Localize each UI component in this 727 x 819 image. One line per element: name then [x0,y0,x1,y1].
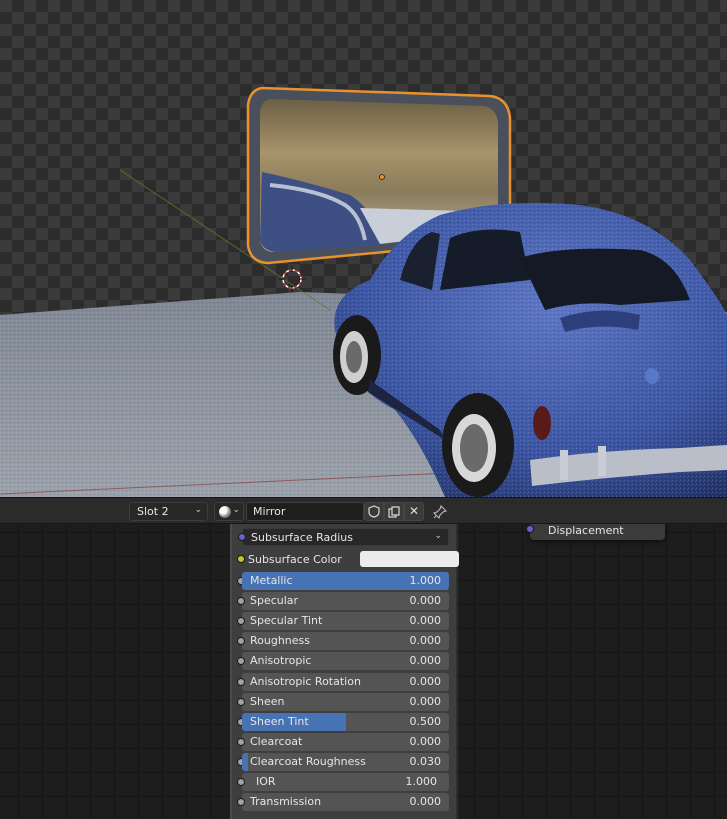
anisotropic-rotation-value: 0.000 [409,675,442,688]
subsurface-radius-socket[interactable] [238,533,246,541]
clearcoat-slider[interactable]: Clearcoat 0.000 [237,733,449,751]
pin-button[interactable] [430,502,450,521]
sheen-slider[interactable]: Sheen 0.000 [237,693,449,711]
subsurface-color-swatch[interactable] [360,551,459,567]
fake-user-button[interactable] [364,502,384,521]
specular-label: Specular [250,594,299,607]
specular-value: 0.000 [409,594,442,607]
pin-icon [432,504,448,520]
material-ball-icon [219,506,231,518]
sheen-value: 0.000 [409,695,442,708]
transmission-value: 0.000 [409,795,442,808]
anisotropic-label: Anisotropic [250,654,312,667]
sheen-tint-value: 0.500 [409,715,442,728]
material-name-field[interactable]: Mirror [246,502,364,521]
ior-label: IOR [256,775,276,788]
duplicate-material-button[interactable] [384,502,404,521]
principled-bsdf-node[interactable]: Subsurface Radius ⌄ Subsurface Color Met… [230,524,459,819]
subsurface-color-socket[interactable] [237,555,245,563]
specular-tint-slider[interactable]: Specular Tint 0.000 [237,612,449,630]
node-editor-canvas[interactable]: Subsurface Radius ⌄ Subsurface Color Met… [0,524,727,819]
chevron-down-icon: ⌄ [194,505,202,515]
sheen-socket[interactable] [237,698,245,706]
metallic-slider[interactable]: Metallic 1.000 [237,572,449,590]
subsurface-radius-label: Subsurface Radius [251,531,353,544]
fake-user-shield-icon [368,505,380,518]
clearcoat-socket[interactable] [237,738,245,746]
browse-material-button[interactable]: ⌄ [214,502,244,521]
specular-slider[interactable]: Specular 0.000 [237,592,449,610]
transmission-socket[interactable] [237,798,245,806]
sheen-tint-label: Sheen Tint [250,715,309,728]
subsurface-color-label: Subsurface Color [248,553,342,566]
3d-cursor-icon [279,266,305,292]
clearcoat-roughness-label: Clearcoat Roughness [250,755,366,768]
specular-tint-socket[interactable] [237,617,245,625]
anisotropic-rotation-socket[interactable] [237,678,245,686]
subsurface-radius-dropdown[interactable]: Subsurface Radius ⌄ [238,528,449,546]
clearcoat-roughness-value: 0.030 [409,755,442,768]
anisotropic-value: 0.000 [409,654,442,667]
anisotropic-socket[interactable] [237,657,245,665]
3d-viewport[interactable] [0,0,727,497]
anisotropic-rotation-slider[interactable]: Anisotropic Rotation 0.000 [237,673,449,691]
specular-tint-label: Specular Tint [250,614,323,627]
ior-socket[interactable] [237,778,245,786]
viewport-render [0,86,727,497]
anisotropic-rotation-label: Anisotropic Rotation [250,675,361,688]
clearcoat-roughness-slider[interactable]: Clearcoat Roughness 0.030 [237,753,449,771]
subsurface-color-row: Subsurface Color [237,550,459,568]
ior-value: 1.000 [405,775,438,788]
roughness-socket[interactable] [237,637,245,645]
anisotropic-slider[interactable]: Anisotropic 0.000 [237,652,449,670]
node-editor-header: Slot 2 ⌄ ⌄ Mirror ✕ [0,497,727,524]
sheen-tint-slider[interactable]: Sheen Tint 0.500 [237,713,449,731]
roughness-label: Roughness [250,634,311,647]
transmission-slider[interactable]: Transmission 0.000 [237,793,449,811]
sheen-label: Sheen [250,695,285,708]
origin-dot [379,174,385,180]
clearcoat-label: Clearcoat [250,735,303,748]
material-slot-label: Slot 2 [137,505,169,518]
material-output-node[interactable]: Displacement [526,524,665,540]
roughness-value: 0.000 [409,634,442,647]
roughness-slider[interactable]: Roughness 0.000 [237,632,449,650]
clearcoat-roughness-slider-fill [242,753,248,771]
transmission-label: Transmission [250,795,322,808]
metallic-value: 1.000 [409,574,442,587]
material-slot-dropdown[interactable]: Slot 2 ⌄ [129,502,208,521]
unlink-x-icon: ✕ [408,504,420,518]
ior-slider[interactable]: IOR 1.000 [237,773,449,791]
metallic-label: Metallic [250,574,293,587]
displacement-socket[interactable] [526,525,534,533]
specular-socket[interactable] [237,597,245,605]
chevron-down-icon: ⌄ [232,505,240,515]
unlink-material-button[interactable]: ✕ [404,502,424,521]
clearcoat-value: 0.000 [409,735,442,748]
duplicate-icon [388,506,400,518]
chevron-down-icon: ⌄ [434,531,442,541]
specular-tint-value: 0.000 [409,614,442,627]
displacement-label: Displacement [548,524,624,537]
